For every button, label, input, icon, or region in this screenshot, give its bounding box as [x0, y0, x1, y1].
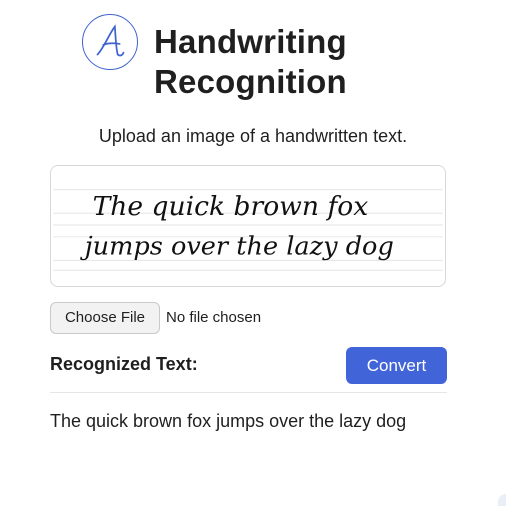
handwriting-preview-line1: The quick brown fox [93, 191, 369, 222]
recognized-text-output: The quick brown fox jumps over the lazy … [50, 411, 407, 431]
recognized-text-label: Recognized Text: [50, 354, 198, 374]
cursive-a-logo-icon [82, 14, 138, 70]
handwriting-recognition-page: Handwriting Recognition Upload an image … [0, 0, 506, 506]
choose-file-button[interactable]: Choose File [50, 302, 160, 334]
file-status-text: No file chosen [166, 309, 262, 326]
upload-instruction: Upload an image of a handwritten text. [98, 126, 408, 146]
handwriting-preview-line2: jumps over the lazy dog [80, 232, 394, 262]
page-title-line1: Handwriting [154, 23, 347, 60]
page-title-line2: Recognition [154, 63, 347, 100]
handwriting-image-preview: The quick brown fox jumps over the lazy … [50, 165, 446, 287]
page-title: Handwriting Recognition [154, 22, 414, 102]
divider [50, 392, 447, 393]
convert-button[interactable]: Convert [346, 347, 447, 384]
page-corner-decoration [498, 494, 506, 506]
